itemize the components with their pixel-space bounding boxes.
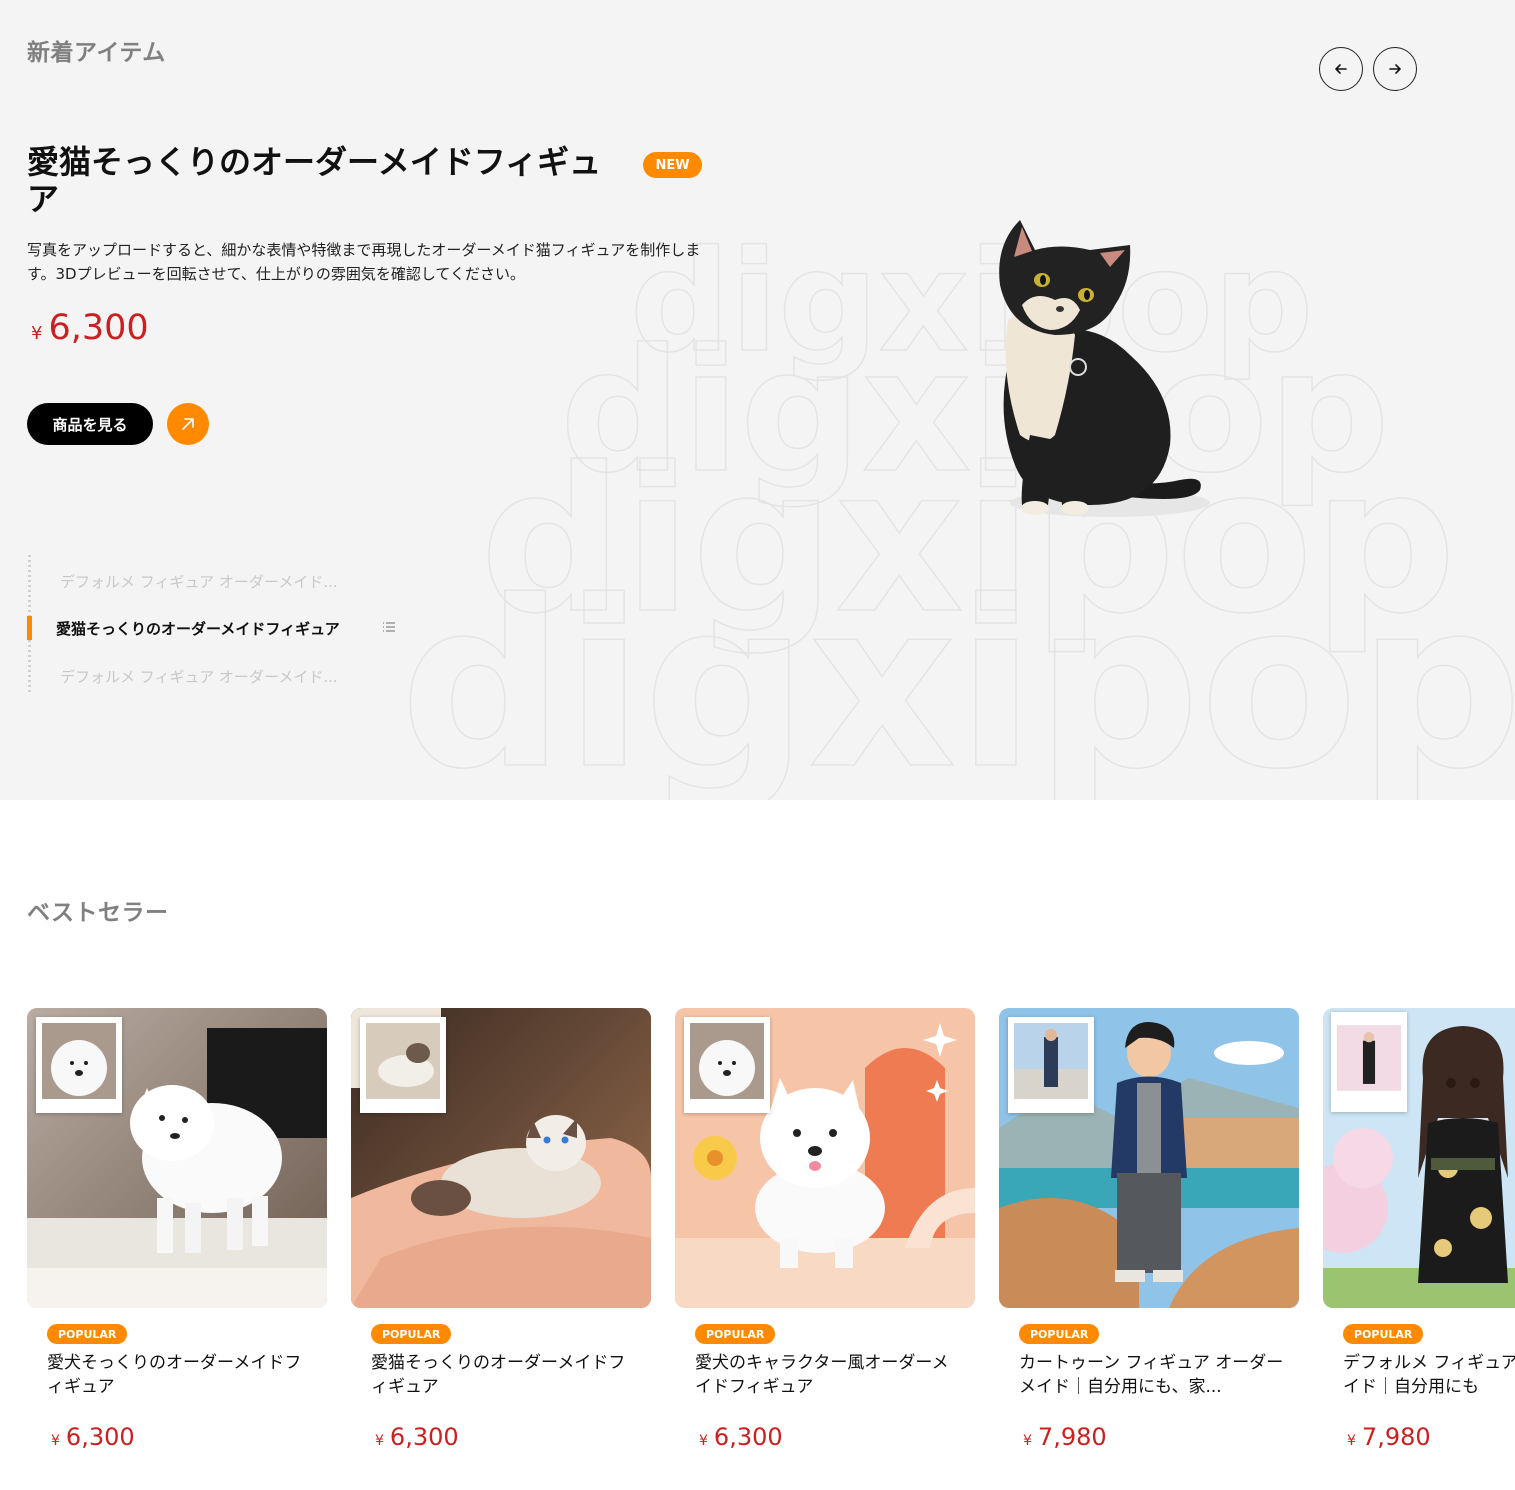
product-card[interactable]: POPULAR 愛猫そっくりのオーダーメイドフィギュア ¥ 6,300: [351, 1008, 651, 1478]
source-photo-thumbnail: [1008, 1017, 1094, 1113]
product-price: ¥ 6,300: [699, 1423, 783, 1451]
product-card[interactable]: POPULAR カートゥーン フィギュア オーダーメイド｜自分用にも、家... …: [999, 1008, 1299, 1478]
product-image[interactable]: [351, 1008, 651, 1308]
product-price: ¥ 6,300: [51, 1423, 135, 1451]
carousel-next-button[interactable]: [1373, 47, 1417, 91]
product-card[interactable]: POPULAR 愛犬のキャラクター風オーダーメイドフィギュア ¥ 6,300: [675, 1008, 975, 1478]
thumbnail-active-indicator: [27, 616, 32, 640]
product-name[interactable]: 愛猫そっくりのオーダーメイドフィギュア: [371, 1351, 636, 1399]
popular-badge: POPULAR: [1019, 1324, 1100, 1344]
product-price: ¥ 7,980: [1347, 1423, 1431, 1451]
currency-symbol: ¥: [51, 1433, 60, 1449]
carousel-prev-button[interactable]: [1319, 47, 1363, 91]
arrow-up-right-icon: [182, 418, 194, 430]
popular-badge: POPULAR: [371, 1324, 452, 1344]
price-amount: 6,300: [65, 1423, 135, 1451]
featured-product-price: ¥ 6,300: [31, 308, 149, 348]
new-items-heading: 新着アイテム: [27, 40, 166, 66]
arrow-left-icon: [1335, 64, 1347, 74]
list-icon: [383, 622, 395, 632]
currency-symbol: ¥: [1023, 1433, 1032, 1449]
new-items-section: digxipop digxipop digxipop digxipop 新着アイ…: [0, 0, 1515, 800]
source-photo-thumbnail: [36, 1017, 122, 1113]
new-badge: NEW: [643, 152, 702, 178]
arrow-right-icon: [1389, 64, 1401, 74]
product-card[interactable]: POPULAR デフォルメ フィギュア オーダーメイド｜自分用にも ¥ 7,98…: [1323, 1008, 1515, 1478]
popular-badge: POPULAR: [47, 1324, 128, 1344]
featured-product-description: 写真をアップロードすると、細かな表情や特徴まで再現したオーダーメイド猫フィギュア…: [27, 241, 701, 283]
product-price: ¥ 6,300: [375, 1423, 459, 1451]
product-name[interactable]: カートゥーン フィギュア オーダーメイド｜自分用にも、家...: [1019, 1351, 1284, 1399]
price-amount: 6,300: [389, 1423, 459, 1451]
currency-symbol: ¥: [1347, 1433, 1356, 1449]
best-sellers-heading: ベストセラー: [27, 900, 169, 926]
product-name[interactable]: 愛犬そっくりのオーダーメイドフィギュア: [47, 1351, 312, 1399]
open-product-arrow-button[interactable]: [167, 403, 209, 445]
source-photo-thumbnail: [360, 1017, 446, 1113]
view-product-button[interactable]: 商品を見る: [27, 403, 153, 445]
source-photo-thumbnail: [1331, 1012, 1407, 1112]
price-amount: 6,300: [48, 308, 149, 348]
product-image[interactable]: [675, 1008, 975, 1308]
cat-figure-image[interactable]: [960, 205, 1250, 525]
product-image[interactable]: [999, 1008, 1299, 1308]
product-price: ¥ 7,980: [1023, 1423, 1107, 1451]
product-image[interactable]: [27, 1008, 327, 1308]
source-photo-thumbnail: [684, 1017, 770, 1113]
price-amount: 7,980: [1037, 1423, 1107, 1451]
thumbnail-item-active[interactable]: 愛猫そっくりのオーダーメイドフィギュア: [56, 618, 340, 639]
product-card[interactable]: POPULAR 愛犬そっくりのオーダーメイドフィギュア ¥ 6,300: [27, 1008, 327, 1478]
product-name[interactable]: デフォルメ フィギュア オーダーメイド｜自分用にも: [1343, 1351, 1515, 1399]
thumbnail-item[interactable]: デフォルメ フィギュア オーダーメイド...: [60, 666, 338, 687]
popular-badge: POPULAR: [695, 1324, 776, 1344]
product-image[interactable]: [1323, 1008, 1515, 1308]
popular-badge: POPULAR: [1343, 1324, 1424, 1344]
thumbnail-item[interactable]: デフォルメ フィギュア オーダーメイド...: [60, 571, 338, 592]
product-name[interactable]: 愛犬のキャラクター風オーダーメイドフィギュア: [695, 1351, 960, 1399]
currency-symbol: ¥: [699, 1433, 708, 1449]
new-items-thumbnail-list: デフォルメ フィギュア オーダーメイド... 愛猫そっくりのオーダーメイドフィギ…: [27, 555, 447, 695]
featured-product-title: 愛猫そっくりのオーダーメイドフィギュア: [27, 143, 602, 218]
currency-symbol: ¥: [375, 1433, 384, 1449]
price-amount: 7,980: [1361, 1423, 1431, 1451]
currency-symbol: ¥: [31, 323, 43, 344]
price-amount: 6,300: [713, 1423, 783, 1451]
